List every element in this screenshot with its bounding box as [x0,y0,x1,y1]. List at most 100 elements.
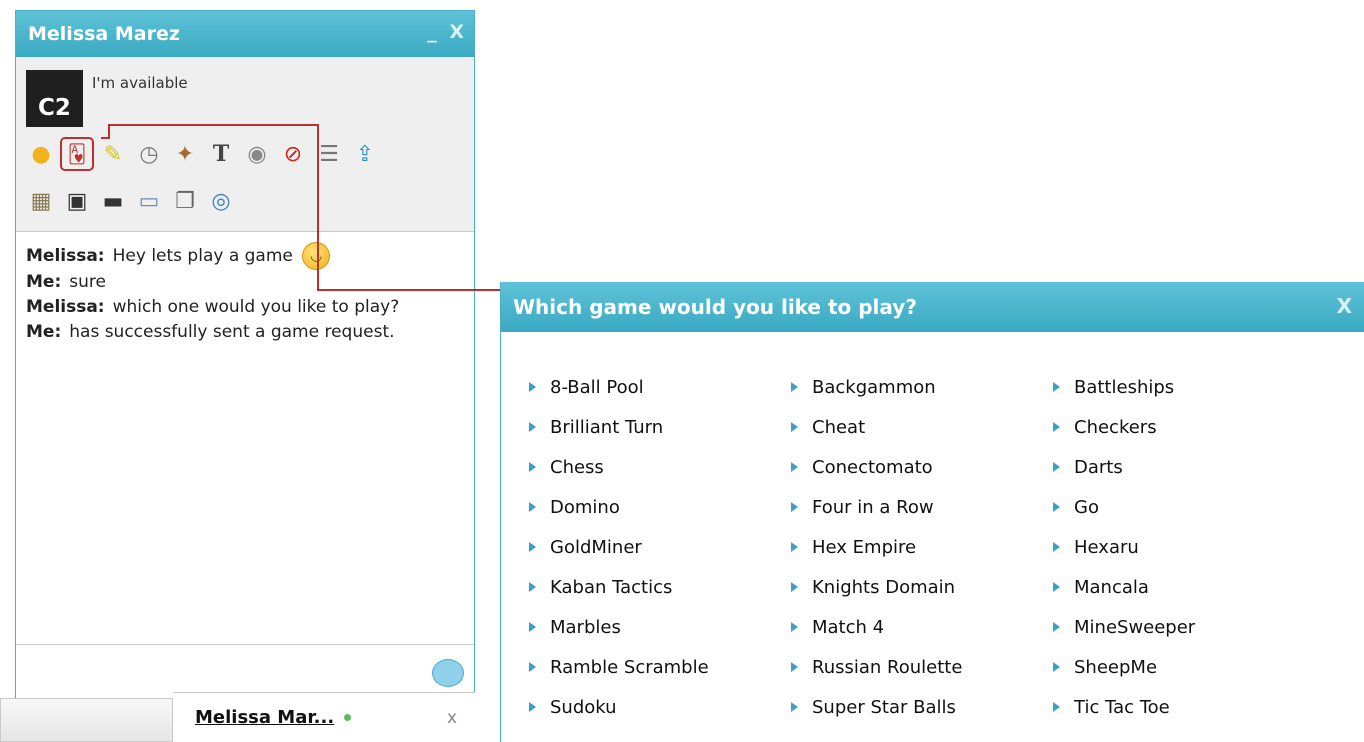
game-item[interactable]: Darts [1053,447,1313,487]
game-label[interactable]: Hexaru [1074,537,1139,558]
game-label[interactable]: Darts [1074,457,1123,478]
dialog-title: Which game would you like to play? [513,295,917,319]
game-label[interactable]: Conectomato [812,457,933,478]
game-label[interactable]: Brilliant Turn [550,417,663,438]
game-item[interactable]: Chess [529,447,791,487]
game-item[interactable]: Brilliant Turn [529,407,791,447]
send-bubble-icon[interactable] [432,659,464,687]
game-item[interactable]: Marbles [529,607,791,647]
game-label[interactable]: 8-Ball Pool [550,377,644,398]
firewall-icon[interactable]: ▦ [26,186,56,216]
game-item[interactable]: Checkers [1053,407,1313,447]
game-label[interactable]: GoldMiner [550,537,642,558]
game-item[interactable]: Kaban Tactics [529,567,791,607]
game-item[interactable]: Ramble Scramble [529,647,791,687]
games-cards-icon[interactable]: 🂱 [60,137,94,171]
game-item[interactable]: Conectomato [791,447,1053,487]
game-label[interactable]: Marbles [550,617,621,638]
broom-icon[interactable]: ✦ [170,139,200,169]
game-label[interactable]: Chess [550,457,604,478]
clock-icon[interactable]: ◷ [134,139,164,169]
triangle-right-icon [1053,502,1060,512]
taskbar-chat-tab[interactable]: Melissa Mar... x [173,692,475,742]
game-item[interactable]: Russian Roulette [791,647,1053,687]
webcam-icon[interactable]: ◉ [242,139,272,169]
triangle-right-icon [1053,542,1060,552]
game-label[interactable]: Super Star Balls [812,697,956,718]
game-item[interactable]: Cheat [791,407,1053,447]
game-item[interactable]: Domino [529,487,791,527]
minimize-button[interactable]: _ [427,21,437,43]
sender: Me: [26,322,62,342]
dialog-close-button[interactable]: X [1337,294,1352,318]
game-item[interactable]: Four in a Row [791,487,1053,527]
edit-note-icon[interactable]: ▭ [134,186,164,216]
game-label[interactable]: Domino [550,497,620,518]
game-label[interactable]: Match 4 [812,617,884,638]
game-label[interactable]: Battleships [1074,377,1174,398]
upload-icon[interactable]: ⇪ [350,139,380,169]
game-item[interactable]: MineSweeper [1053,607,1313,647]
chat-window: Melissa Marez _ X C2 I'm available ● 🂱 ✎… [15,10,475,742]
taskbar-close-button[interactable]: x [447,708,457,728]
message-text: Hey lets play a game [112,246,293,266]
list-icon[interactable]: ☰ [314,139,344,169]
game-item[interactable]: Match 4 [791,607,1053,647]
game-label[interactable]: Mancala [1074,577,1149,598]
search-webcam-icon[interactable]: ◎ [206,186,236,216]
save-icon[interactable]: ▣ [62,186,92,216]
game-item[interactable]: Hexaru [1053,527,1313,567]
game-item[interactable]: Backgammon [791,367,1053,407]
copy-icon[interactable]: ❐ [170,186,200,216]
text-format-icon[interactable]: T [206,139,236,169]
smiley-icon: ◡ [302,242,331,270]
game-label[interactable]: Tic Tac Toe [1074,697,1170,718]
game-label[interactable]: Go [1074,497,1099,518]
game-item[interactable]: Knights Domain [791,567,1053,607]
triangle-right-icon [1053,622,1060,632]
game-item[interactable]: GoldMiner [529,527,791,567]
game-label[interactable]: MineSweeper [1074,617,1195,638]
triangle-right-icon [529,382,536,392]
message: Me: sure [26,270,464,295]
triangle-right-icon [791,382,798,392]
game-label[interactable]: Ramble Scramble [550,657,709,678]
block-icon[interactable]: ⊘ [278,139,308,169]
message-text: which one would you like to play? [112,297,400,317]
game-item[interactable]: SheepMe [1053,647,1313,687]
triangle-right-icon [791,582,798,592]
game-label[interactable]: SheepMe [1074,657,1157,678]
game-item[interactable]: 8-Ball Pool [529,367,791,407]
game-item[interactable]: Battleships [1053,367,1313,407]
game-label[interactable]: Four in a Row [812,497,934,518]
game-item[interactable]: Go [1053,487,1313,527]
game-label[interactable]: Checkers [1074,417,1157,438]
game-label[interactable]: Cheat [812,417,865,438]
triangle-right-icon [529,662,536,672]
emoticon-icon[interactable]: ● [26,139,56,169]
game-label[interactable]: Hex Empire [812,537,916,558]
game-item[interactable]: Hex Empire [791,527,1053,567]
taskbar-blank-tab[interactable] [0,698,173,742]
message-list: Melissa: Hey lets play a game ◡ Me: sure M… [16,232,474,355]
message: Melissa: Hey lets play a game ◡ [26,242,464,270]
game-item[interactable]: Super Star Balls [791,687,1053,727]
game-label[interactable]: Kaban Tactics [550,577,672,598]
pencil-icon[interactable]: ✎ [98,139,128,169]
game-item[interactable]: Sudoku [529,687,791,727]
game-item[interactable]: Mancala [1053,567,1313,607]
monitor-icon[interactable]: ▬ [98,186,128,216]
game-label[interactable]: Backgammon [812,377,936,398]
triangle-right-icon [529,582,536,592]
message: Melissa: which one would you like to play… [26,295,464,320]
taskbar-tab-name[interactable]: Melissa Mar... [195,707,334,728]
toolbar-row-1: ● 🂱 ✎ ◷ ✦ T ◉ ⊘ ☰ ⇪ [26,137,380,171]
game-item[interactable]: Tic Tac Toe [1053,687,1313,727]
game-label[interactable]: Russian Roulette [812,657,962,678]
game-label[interactable]: Knights Domain [812,577,955,598]
triangle-right-icon [1053,382,1060,392]
game-list: 8-Ball Pool Backgammon Battleships Brillian… [529,367,1313,727]
close-button[interactable]: X [449,21,464,43]
game-label[interactable]: Sudoku [550,697,617,718]
triangle-right-icon [529,622,536,632]
